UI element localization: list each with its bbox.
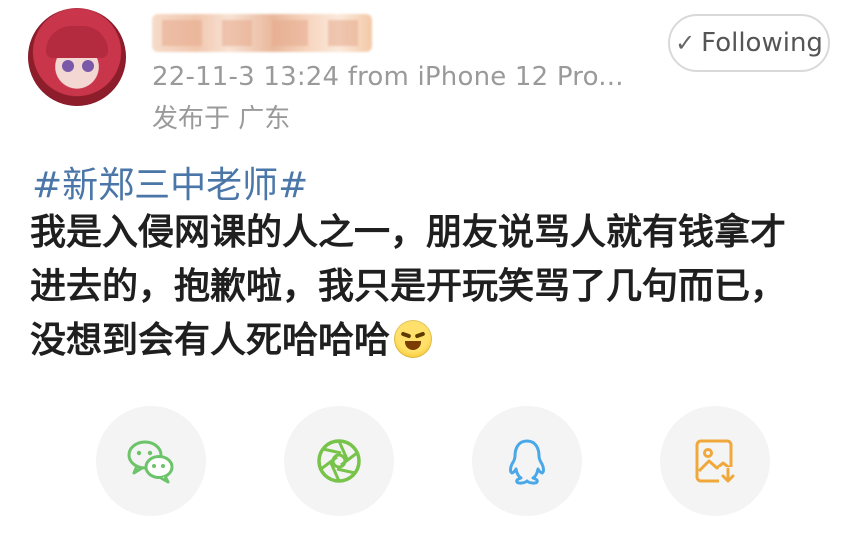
hashtag-link[interactable]: #新郑三中老师# xyxy=(32,156,308,208)
post-meta: 22-11-3 13:24 from iPhone 12 Pro... xyxy=(152,62,624,92)
save-image-button[interactable] xyxy=(660,406,770,516)
username-blurred[interactable] xyxy=(152,14,372,52)
share-moments-button[interactable] xyxy=(284,406,394,516)
weibo-post: 22-11-3 13:24 from iPhone 12 Pro... 发布于 … xyxy=(0,0,846,534)
save-image-icon xyxy=(695,439,737,485)
share-bar xyxy=(0,398,846,518)
laughing-crying-emoji-icon xyxy=(394,320,433,358)
post-location: 发布于 广东 xyxy=(152,104,291,134)
wechat-icon xyxy=(127,440,174,484)
check-icon: ✓ xyxy=(675,29,696,57)
following-button[interactable]: ✓ Following xyxy=(668,14,830,72)
qq-icon xyxy=(509,439,545,485)
avatar-eye xyxy=(62,60,74,72)
post-content: 我是入侵网课的人之一，朋友说骂人就有钱拿才进去的，抱歉啦，我只是开玩笑骂了几句而… xyxy=(30,206,820,368)
avatar-hair xyxy=(46,26,108,58)
avatar[interactable] xyxy=(28,8,126,106)
moments-icon xyxy=(317,439,361,483)
following-label: Following xyxy=(701,28,823,58)
share-wechat-button[interactable] xyxy=(96,406,206,516)
avatar-eye xyxy=(82,60,94,72)
share-qq-button[interactable] xyxy=(472,406,582,516)
